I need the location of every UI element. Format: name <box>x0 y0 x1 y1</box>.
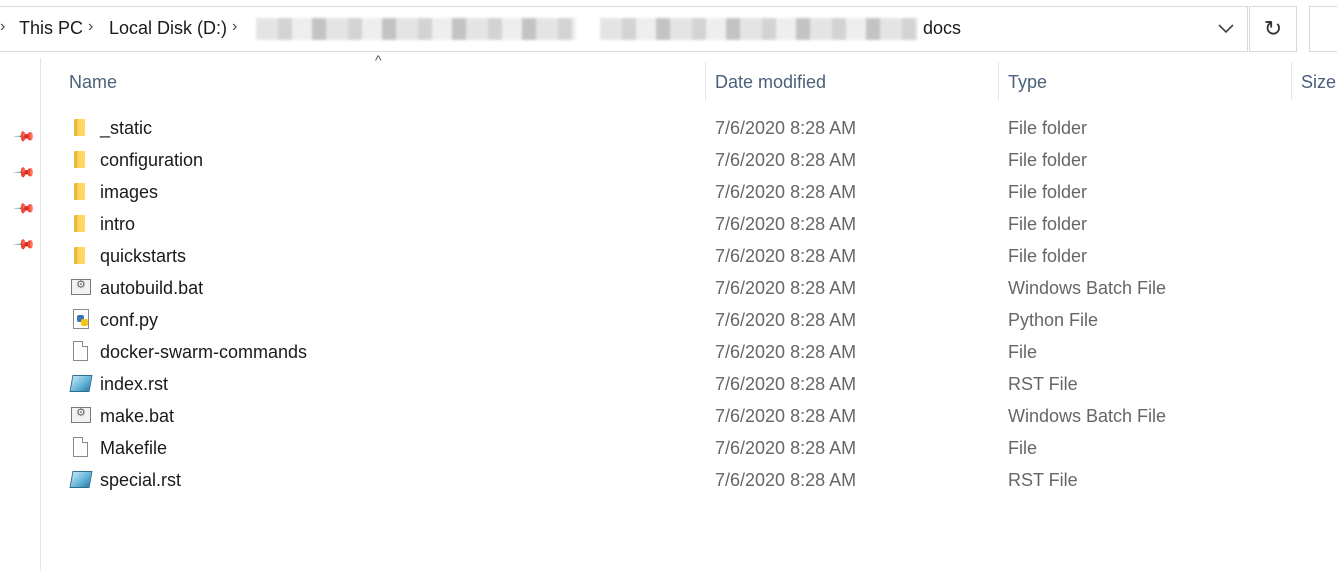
file-type: Windows Batch File <box>1008 406 1167 426</box>
file-type: File folder <box>1008 246 1088 266</box>
file-name[interactable]: autobuild.bat <box>100 278 203 299</box>
file-type: File folder <box>1008 118 1088 138</box>
file-name[interactable]: Makefile <box>100 438 167 459</box>
file-row[interactable]: docker-swarm-commands 7/6/2020 8:28 AM F… <box>41 336 1337 368</box>
file-row[interactable]: configuration 7/6/2020 8:28 AM File fold… <box>41 144 1337 176</box>
file-name[interactable]: make.bat <box>100 406 174 427</box>
batch-file-icon <box>71 276 91 298</box>
chevron-right-icon[interactable]: › <box>232 18 237 36</box>
file-name[interactable]: conf.py <box>100 310 158 331</box>
python-file-icon <box>71 308 91 330</box>
file-row[interactable]: intro 7/6/2020 8:28 AM File folder <box>41 208 1337 240</box>
column-name[interactable]: Name <box>69 72 117 93</box>
file-row[interactable]: special.rst 7/6/2020 8:28 AM RST File <box>41 464 1337 496</box>
batch-file-icon <box>71 404 91 426</box>
rst-file-icon <box>69 468 93 490</box>
file-name[interactable]: configuration <box>100 150 203 171</box>
pin-icon[interactable]: 📌 <box>13 124 37 148</box>
column-divider[interactable] <box>1291 62 1292 100</box>
file-date: 7/6/2020 8:28 AM <box>715 150 857 170</box>
file-date: 7/6/2020 8:28 AM <box>715 214 857 234</box>
column-divider[interactable] <box>705 62 706 100</box>
folder-icon <box>71 212 91 234</box>
file-date: 7/6/2020 8:28 AM <box>715 118 857 138</box>
file-list: _static 7/6/2020 8:28 AM File folder con… <box>41 112 1337 496</box>
redacted-path <box>600 18 918 40</box>
file-icon <box>71 340 91 362</box>
file-name[interactable]: index.rst <box>100 374 168 395</box>
column-date-modified[interactable]: Date modified <box>715 72 826 93</box>
file-type: RST File <box>1008 374 1078 394</box>
chevron-right-icon[interactable]: › <box>88 18 93 36</box>
file-type: File folder <box>1008 150 1088 170</box>
file-icon <box>71 436 91 458</box>
address-bar: › This PC › Local Disk (D:) › docs ↻ <box>0 0 1337 58</box>
column-header: ^ Name Date modified Type Size <box>41 52 1337 104</box>
search-box[interactable] <box>1309 6 1337 52</box>
file-type: RST File <box>1008 470 1078 490</box>
file-date: 7/6/2020 8:28 AM <box>715 406 857 426</box>
file-type: File <box>1008 342 1038 362</box>
folder-icon <box>71 180 91 202</box>
redacted-path <box>256 18 576 40</box>
column-type[interactable]: Type <box>1008 72 1047 93</box>
file-type: File folder <box>1008 214 1088 234</box>
breadcrumb-local-disk[interactable]: Local Disk (D:) <box>109 18 227 39</box>
file-row[interactable]: _static 7/6/2020 8:28 AM File folder <box>41 112 1337 144</box>
refresh-button[interactable]: ↻ <box>1249 6 1297 52</box>
file-date: 7/6/2020 8:28 AM <box>715 342 857 362</box>
file-type: File folder <box>1008 182 1088 202</box>
rst-file-icon <box>69 372 93 394</box>
file-row[interactable]: autobuild.bat 7/6/2020 8:28 AM Windows B… <box>41 272 1337 304</box>
file-type: Python File <box>1008 310 1099 330</box>
file-type: Windows Batch File <box>1008 278 1167 298</box>
column-size[interactable]: Size <box>1301 72 1336 93</box>
file-date: 7/6/2020 8:28 AM <box>715 438 857 458</box>
column-divider[interactable] <box>998 62 999 100</box>
folder-icon <box>71 116 91 138</box>
file-name[interactable]: _static <box>100 118 152 139</box>
chevron-right-icon[interactable]: › <box>0 18 5 36</box>
file-row[interactable]: conf.py 7/6/2020 8:28 AM Python File <box>41 304 1337 336</box>
pin-icon[interactable]: 📌 <box>13 160 37 184</box>
address-dropdown-button[interactable] <box>1203 6 1249 52</box>
file-name[interactable]: intro <box>100 214 135 235</box>
file-row[interactable]: Makefile 7/6/2020 8:28 AM File <box>41 432 1337 464</box>
pin-icon[interactable]: 📌 <box>13 232 37 256</box>
navigation-pane: 📌 📌 📌 📌 <box>0 58 41 571</box>
chevron-down-icon <box>1218 24 1234 34</box>
pin-icon[interactable]: 📌 <box>13 196 37 220</box>
sort-ascending-icon: ^ <box>375 52 382 68</box>
file-date: 7/6/2020 8:28 AM <box>715 374 857 394</box>
file-name[interactable]: special.rst <box>100 470 181 491</box>
breadcrumb-this-pc[interactable]: This PC <box>19 18 83 39</box>
file-row[interactable]: index.rst 7/6/2020 8:28 AM RST File <box>41 368 1337 400</box>
refresh-icon: ↻ <box>1263 16 1283 41</box>
folder-icon <box>71 244 91 266</box>
file-row[interactable]: make.bat 7/6/2020 8:28 AM Windows Batch … <box>41 400 1337 432</box>
file-date: 7/6/2020 8:28 AM <box>715 246 857 266</box>
file-date: 7/6/2020 8:28 AM <box>715 182 857 202</box>
file-name[interactable]: quickstarts <box>100 246 186 267</box>
file-name[interactable]: docker-swarm-commands <box>100 342 307 363</box>
folder-icon <box>71 148 91 170</box>
file-row[interactable]: quickstarts 7/6/2020 8:28 AM File folder <box>41 240 1337 272</box>
file-name[interactable]: images <box>100 182 158 203</box>
file-row[interactable]: images 7/6/2020 8:28 AM File folder <box>41 176 1337 208</box>
file-date: 7/6/2020 8:28 AM <box>715 310 857 330</box>
file-date: 7/6/2020 8:28 AM <box>715 278 857 298</box>
breadcrumb-docs[interactable]: docs <box>923 18 961 39</box>
file-type: File <box>1008 438 1038 458</box>
file-date: 7/6/2020 8:28 AM <box>715 470 857 490</box>
